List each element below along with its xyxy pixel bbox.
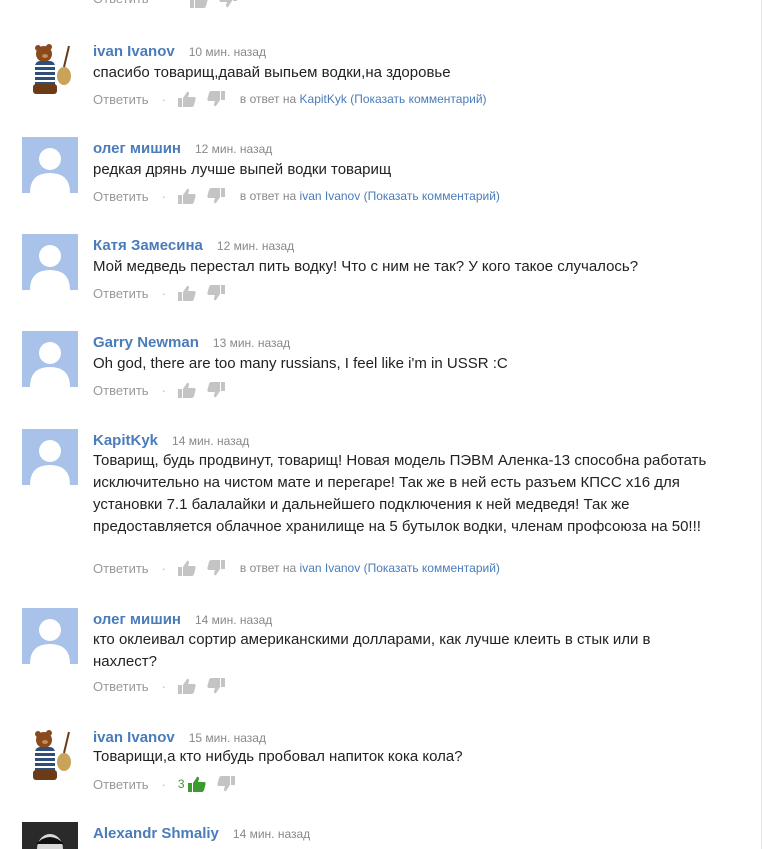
comment-text: кто оклеивал сортир американскими доллар… xyxy=(93,631,651,670)
reply-link[interactable]: Ответить xyxy=(93,561,149,576)
previous-comment-actions: Ответить xyxy=(0,0,763,10)
comment-actions: Ответить · xyxy=(93,382,236,398)
separator: · xyxy=(161,285,166,301)
comment-time: 14 мин. назад xyxy=(232,827,311,841)
thumb-up-icon[interactable] xyxy=(187,776,206,792)
thumb-up-icon[interactable] xyxy=(177,91,196,107)
comment-time: 10 мин. назад xyxy=(188,45,266,59)
in-reply-to: в ответ на ivan Ivanov (Показать коммент… xyxy=(239,561,500,575)
scroll-border xyxy=(761,0,762,849)
comment-actions: Ответить · xyxy=(93,678,236,694)
show-comment-link[interactable]: (Показать комментарий) xyxy=(364,189,500,203)
separator: · xyxy=(161,91,166,107)
comment-text: Товарищи,а кто нибудь пробовал напиток к… xyxy=(93,748,463,765)
comment-author[interactable]: олег мишин 12 мин. назад xyxy=(93,140,272,157)
comment-actions: Ответить · в ответ на KapitKyk (Показать… xyxy=(93,91,487,107)
thumb-down-icon[interactable] xyxy=(207,188,225,204)
comment-author[interactable]: олег мишин 14 мин. назад xyxy=(93,611,272,628)
in-reply-to: в ответ на ivan Ivanov (Показать коммент… xyxy=(239,189,500,203)
reply-target-link[interactable]: ivan Ivanov xyxy=(300,189,361,203)
thumb-down-icon[interactable] xyxy=(207,382,225,398)
comment-time: 12 мин. назад xyxy=(194,142,273,156)
reply-link[interactable]: Ответить xyxy=(93,0,149,6)
likes-count: 3 xyxy=(177,777,185,791)
separator: · xyxy=(161,776,166,792)
comment-author[interactable]: KapitKyk 14 мин. назад xyxy=(93,432,249,449)
reply-link[interactable]: Ответить xyxy=(93,92,149,107)
comment-actions: Ответить · в ответ на ivan Ivanov (Показ… xyxy=(93,188,500,204)
separator: · xyxy=(161,560,166,576)
separator: · xyxy=(161,678,166,694)
default-avatar[interactable] xyxy=(22,429,78,485)
reply-target-link[interactable]: ivan Ivanov xyxy=(300,561,361,575)
comment-time: 15 мин. назад xyxy=(188,731,266,745)
comment-author[interactable]: ivan Ivanov 10 мин. назад xyxy=(93,43,266,60)
comment-author[interactable]: Катя Замесина 12 мин. назад xyxy=(93,237,294,254)
thumb-down-icon[interactable] xyxy=(207,91,225,107)
comment-text: Товарищ, будь продвинут, товарищ! Новая … xyxy=(93,452,707,535)
reply-link[interactable]: Ответить xyxy=(93,189,149,204)
photo-avatar[interactable] xyxy=(22,822,78,849)
comment-author[interactable]: Alexandr Shmaliy 14 мин. назад xyxy=(93,825,310,842)
separator: · xyxy=(161,188,166,204)
reply-link[interactable]: Ответить xyxy=(93,383,149,398)
bear-avatar[interactable] xyxy=(22,726,78,782)
default-avatar[interactable] xyxy=(22,137,78,193)
thumb-up-icon[interactable] xyxy=(177,382,196,398)
comment-actions: Ответить · 3 xyxy=(93,776,246,792)
thumb-down-icon[interactable] xyxy=(219,0,237,8)
reply-target-link[interactable]: KapitKyk xyxy=(300,92,347,106)
comment-time: 14 мин. назад xyxy=(194,613,273,627)
default-avatar[interactable] xyxy=(22,331,78,387)
in-reply-to: в ответ на KapitKyk (Показать комментари… xyxy=(239,92,487,106)
comment-text: Мой медведь перестал пить водку! Что с н… xyxy=(93,258,639,275)
thumb-down-icon[interactable] xyxy=(207,678,225,694)
comment-text: редкая дрянь лучше выпей водки товарищ xyxy=(93,161,392,178)
comment-text: Oh god, there are too many russians, I f… xyxy=(93,355,508,372)
comment-actions: Ответить · xyxy=(93,285,236,301)
comment-time: 13 мин. назад xyxy=(212,336,291,350)
comment-author[interactable]: ivan Ivanov 15 мин. назад xyxy=(93,729,266,746)
default-avatar[interactable] xyxy=(22,608,78,664)
thumb-down-icon[interactable] xyxy=(207,560,225,576)
comment-text: спасибо товарищ,давай выпьем водки,на зд… xyxy=(93,64,451,81)
show-comment-link[interactable]: (Показать комментарий) xyxy=(350,92,486,106)
thumb-up-icon[interactable] xyxy=(177,560,196,576)
comment-author[interactable]: Garry Newman 13 мин. назад xyxy=(93,334,290,351)
comment-time: 12 мин. назад xyxy=(216,239,295,253)
default-avatar[interactable] xyxy=(22,234,78,290)
show-comment-link[interactable]: (Показать комментарий) xyxy=(364,561,500,575)
bear-avatar[interactable] xyxy=(22,40,78,96)
thumb-up-icon[interactable] xyxy=(190,0,208,8)
reply-link[interactable]: Ответить xyxy=(93,286,149,301)
thumb-down-icon[interactable] xyxy=(207,285,225,301)
reply-link[interactable]: Ответить xyxy=(93,777,149,792)
comment-actions: Ответить · в ответ на ivan Ivanov (Показ… xyxy=(93,560,500,576)
thumb-up-icon[interactable] xyxy=(177,285,196,301)
thumb-down-icon[interactable] xyxy=(217,776,235,792)
separator: · xyxy=(161,382,166,398)
thumb-up-icon[interactable] xyxy=(177,188,196,204)
reply-link[interactable]: Ответить xyxy=(93,679,149,694)
comment-time: 14 мин. назад xyxy=(172,434,250,448)
thumb-up-icon[interactable] xyxy=(177,678,196,694)
